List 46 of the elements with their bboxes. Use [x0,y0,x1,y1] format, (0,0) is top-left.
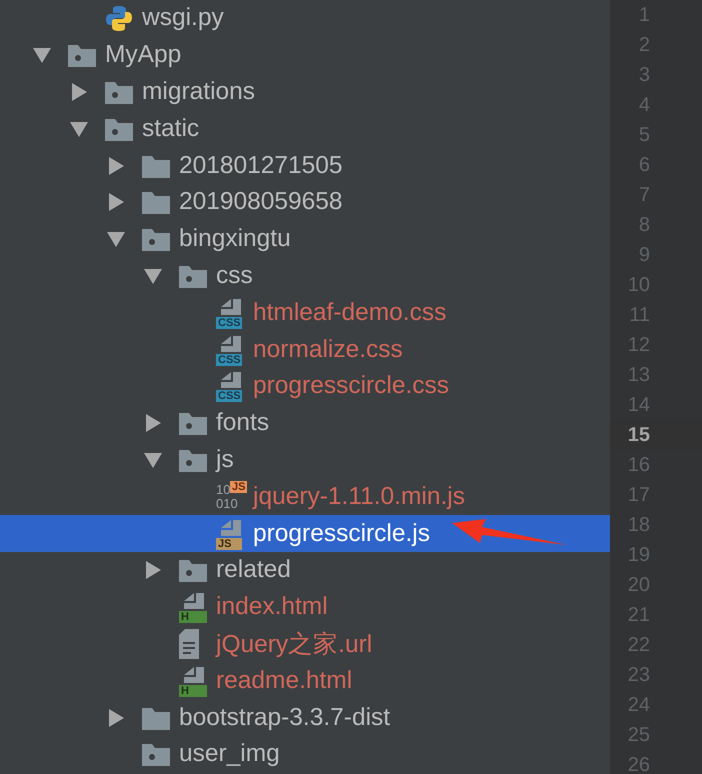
collapse-arrow-icon[interactable] [144,414,162,432]
collapse-arrow-icon[interactable] [107,156,125,175]
tree-item[interactable]: related [0,552,610,589]
collapse-arrow-icon[interactable] [144,561,162,580]
package-folder-icon [179,448,207,472]
tree-item[interactable]: migrations [0,74,610,110]
folder-icon [142,190,170,214]
text-file-icon [179,628,201,659]
tree-item[interactable]: jQuery之家.url [0,626,610,662]
package-folder-icon [68,43,96,68]
tree-item[interactable]: bingxingtu [0,220,610,258]
expand-arrow-icon[interactable] [107,230,125,248]
tree-item[interactable]: user_img [0,736,610,773]
folder-icon [142,154,170,178]
tree-item[interactable]: H index.html [0,588,610,626]
expand-arrow-icon[interactable] [70,120,88,138]
tree-item[interactable]: wsgi.py [0,0,610,37]
tree-item[interactable]: fonts [0,404,610,442]
tree-item[interactable]: 201801271505 [0,147,610,184]
collapse-arrow-icon[interactable] [107,193,125,212]
package-folder-icon [142,742,170,766]
tree-item[interactable]: 201908059658 [0,184,610,221]
collapse-arrow-icon[interactable] [70,82,88,101]
tree-item[interactable]: 10 010 JS jquery-1.11.0.min.js [0,478,610,516]
package-folder-icon [142,227,170,252]
package-folder-icon [179,411,207,436]
expand-arrow-icon[interactable] [144,450,162,469]
tree-item[interactable]: MyApp [0,36,610,74]
tree-item[interactable]: JS progresscircle.js [0,515,610,552]
tree-item[interactable]: static [0,110,610,148]
tree-item[interactable]: bootstrap-3.3.7-dist [0,699,610,736]
tree-item[interactable]: js [0,442,610,478]
tree-item[interactable]: css [0,258,610,294]
tree-item[interactable]: H readme.html [0,662,610,700]
python-file-icon [105,4,133,32]
package-folder-icon [179,264,207,288]
package-folder-icon [179,558,207,582]
expand-arrow-icon[interactable] [144,266,162,285]
expand-arrow-icon[interactable] [33,46,51,64]
package-folder-icon [105,116,133,141]
tree-item[interactable]: CSS progresscircle.css [0,368,610,405]
folder-icon [142,706,170,730]
collapse-arrow-icon[interactable] [107,708,125,727]
package-folder-icon [105,80,133,104]
tree-item[interactable]: CSS normalize.css [0,331,610,368]
tree-item[interactable]: CSS htmleaf-demo.css [0,294,610,332]
